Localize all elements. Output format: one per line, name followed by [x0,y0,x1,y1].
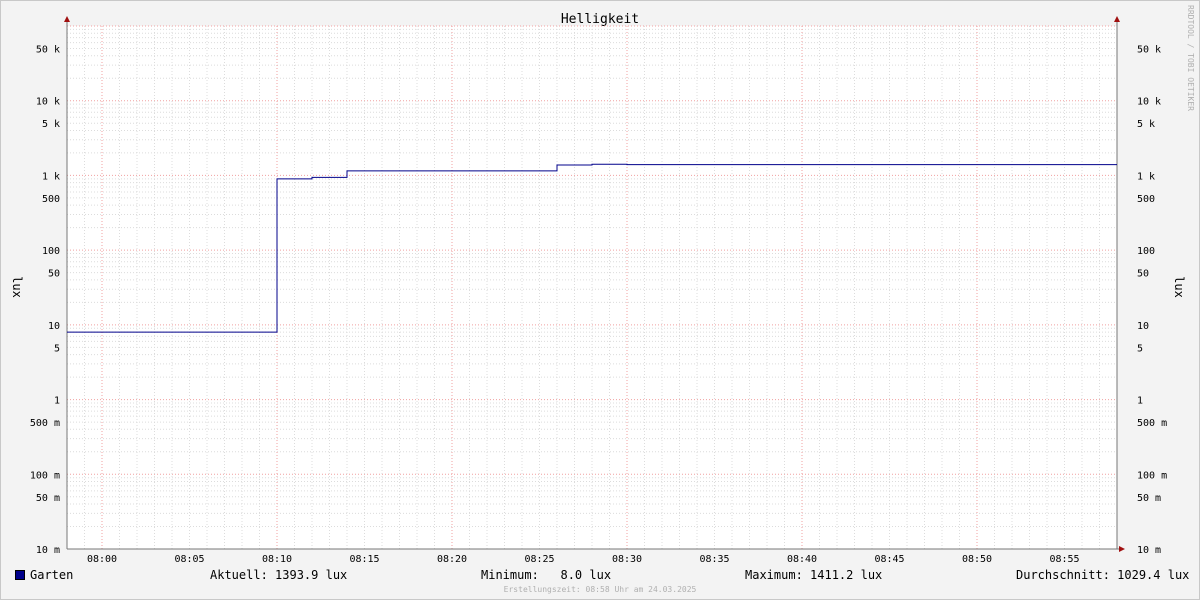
y-tick-label-right: 500 m [1137,418,1167,429]
x-tick-label: 08:50 [962,554,992,565]
rrdtool-watermark: RRDTOOL / TOBI OETIKER [1186,5,1195,111]
legend-swatch-garten [15,570,25,580]
y-tick-label-right: 50 [1137,269,1149,280]
legend-average: Durchschnitt: 1029.4 lux [1016,568,1190,582]
y-tick-label-right: 50 k [1137,44,1161,55]
y-tick-label-right: 10 k [1137,97,1161,108]
y-tick-label-right: 1 [1137,396,1143,407]
legend-current: Aktuell: 1393.9 lux [210,568,348,582]
y-tick-label-left: 50 [48,269,60,280]
x-tick-label: 08:10 [262,554,292,565]
y-tick-label-left: 500 m [30,418,60,429]
y-axis-arrow-left [64,16,70,22]
y-tick-label-left: 10 m [36,545,60,556]
y-tick-label-left: 5 k [42,119,60,130]
y-tick-label-right: 1 k [1137,171,1155,182]
legend-minimum: Minimum: 8.0 lux [481,568,612,582]
creation-time-footer: Erstellungszeit: 08:58 Uhr am 24.03.2025 [503,585,697,594]
y-tick-label-right: 10 m [1137,545,1161,556]
x-tick-label: 08:15 [349,554,379,565]
x-tick-label: 08:40 [787,554,817,565]
y-tick-label-right: 10 [1137,321,1149,332]
y-tick-label-left: 100 m [30,470,60,481]
legend-maximum: Maximum: 1411.2 lux [745,568,883,582]
x-tick-label: 08:55 [1049,554,1079,565]
x-tick-label: 08:35 [699,554,729,565]
y-tick-label-left: 1 [54,396,60,407]
y-tick-label-left: 5 [54,343,60,354]
y-axis-label-right: lux [1172,276,1186,298]
y-tick-label-left: 50 k [36,44,60,55]
y-tick-label-left: 500 [42,194,60,205]
y-tick-label-right: 100 [1137,246,1155,257]
y-tick-label-right: 50 m [1137,493,1161,504]
y-tick-label-left: 100 [42,246,60,257]
x-tick-label: 08:25 [524,554,554,565]
y-tick-label-left: 1 k [42,171,60,182]
chart-title: Helligkeit [561,12,639,27]
y-tick-label-left: 10 k [36,97,60,108]
x-tick-label: 08:30 [612,554,642,565]
y-tick-label-right: 500 [1137,194,1155,205]
legend-series-name: Garten [30,568,74,582]
y-tick-label-right: 100 m [1137,470,1167,481]
x-axis-arrow [1119,546,1125,552]
y-tick-label-right: 5 k [1137,119,1155,130]
x-tick-label: 08:20 [437,554,467,565]
brightness-chart: Helligkeit 50 k 50 k 10 k 10 k 5 k 5 k 1 k 1 k 5… [10,12,1186,565]
y-axis-label-left: lux [10,276,24,298]
y-tick-label-left: 50 m [36,493,60,504]
x-tick-label: 08:45 [874,554,904,565]
y-tick-label-right: 5 [1137,343,1143,354]
y-tick-label-left: 10 [48,321,60,332]
x-tick-label: 08:00 [87,554,117,565]
x-tick-label: 08:05 [174,554,204,565]
y-axis-arrow-right [1114,16,1120,22]
